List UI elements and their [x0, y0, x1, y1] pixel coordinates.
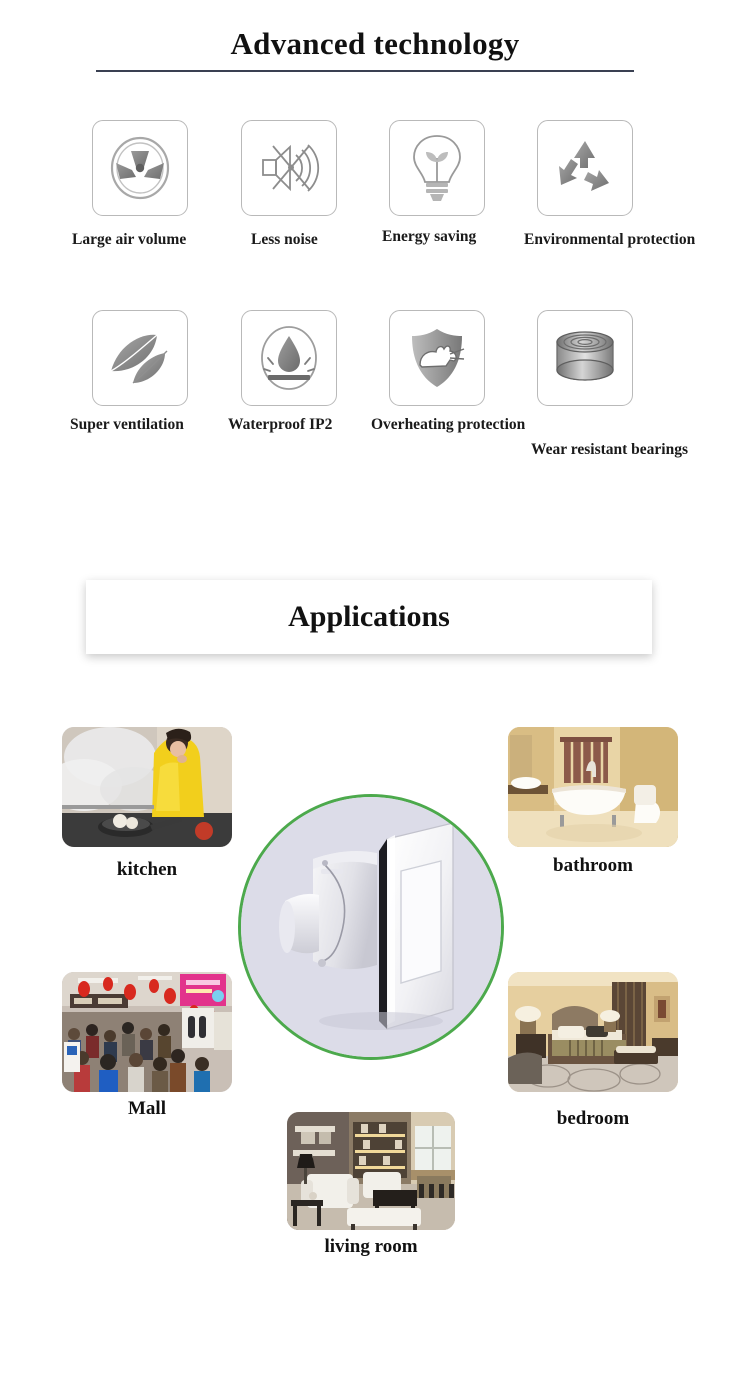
photo-label-kitchen: kitchen: [116, 859, 178, 880]
photo-label-mall: Mall: [128, 1098, 166, 1119]
feature-icon-box: [92, 310, 188, 406]
feature-icon-box: [537, 310, 633, 406]
feature-label-waterproof: Waterproof IP2: [228, 416, 333, 433]
feature-icon-box: [241, 310, 337, 406]
photo-label-bathroom: bathroom: [553, 855, 633, 876]
feature-large-air-volume: [92, 120, 188, 216]
feature-environmental-protection: [537, 120, 633, 216]
kitchen-photo-illustration: [62, 727, 232, 847]
photo-living-room: [287, 1112, 455, 1230]
applications-title: Applications: [288, 600, 450, 633]
feature-waterproof: [241, 310, 337, 406]
photo-bathroom: [508, 727, 678, 847]
product-showcase-circle: [238, 794, 504, 1060]
mall-photo-illustration: [62, 972, 232, 1092]
recycle-icon: [559, 141, 609, 191]
fan-blades-icon: [110, 136, 170, 200]
bedroom-photo-illustration: [508, 972, 678, 1092]
bearing-cylinder-icon: [556, 331, 614, 381]
photo-bedroom: [508, 972, 678, 1092]
feature-overheating-protection: [389, 310, 485, 406]
advanced-technology-title: Advanced technology: [230, 26, 520, 61]
feature-icon-box: [241, 120, 337, 216]
lightbulb-leaf-icon: [413, 135, 461, 201]
photo-label-bedroom: bedroom: [556, 1108, 630, 1129]
applications-banner: Applications: [86, 580, 652, 654]
feature-icon-box: [92, 120, 188, 216]
living-room-photo-illustration: [287, 1112, 455, 1230]
two-leaves-icon: [110, 334, 168, 384]
feature-label-super-ventilation: Super ventilation: [70, 416, 184, 433]
feature-less-noise: [241, 120, 337, 216]
title-divider: [96, 70, 634, 72]
feature-label-less-noise: Less noise: [251, 231, 318, 248]
feature-label-environmental-protection: Environmental protection: [524, 231, 696, 248]
water-drop-icon: [261, 326, 317, 390]
photo-kitchen: [62, 727, 232, 847]
feature-icon-box: [537, 120, 633, 216]
product-detail-page: Advanced technology Large air volume Les…: [0, 0, 750, 1380]
feature-wear-resistant-bearings: [537, 310, 633, 406]
feature-energy-saving: [389, 120, 485, 216]
feature-label-overheating-protection: Overheating protection: [371, 416, 526, 433]
photo-label-living-room: living room: [324, 1236, 418, 1257]
muted-speaker-icon: [262, 144, 320, 192]
bathroom-photo-illustration: [508, 727, 678, 847]
feature-label-wear-resistant-bearings: Wear resistant bearings: [531, 441, 689, 458]
exhaust-fan-product-image: [241, 797, 501, 1057]
feature-super-ventilation: [92, 310, 188, 406]
feature-label-energy-saving: Energy saving: [382, 228, 477, 245]
shield-rodent-icon: [412, 329, 465, 387]
feature-icon-box: [389, 310, 485, 406]
feature-label-large-air-volume: Large air volume: [72, 231, 187, 248]
photo-mall: [62, 972, 232, 1092]
feature-icon-box: [389, 120, 485, 216]
